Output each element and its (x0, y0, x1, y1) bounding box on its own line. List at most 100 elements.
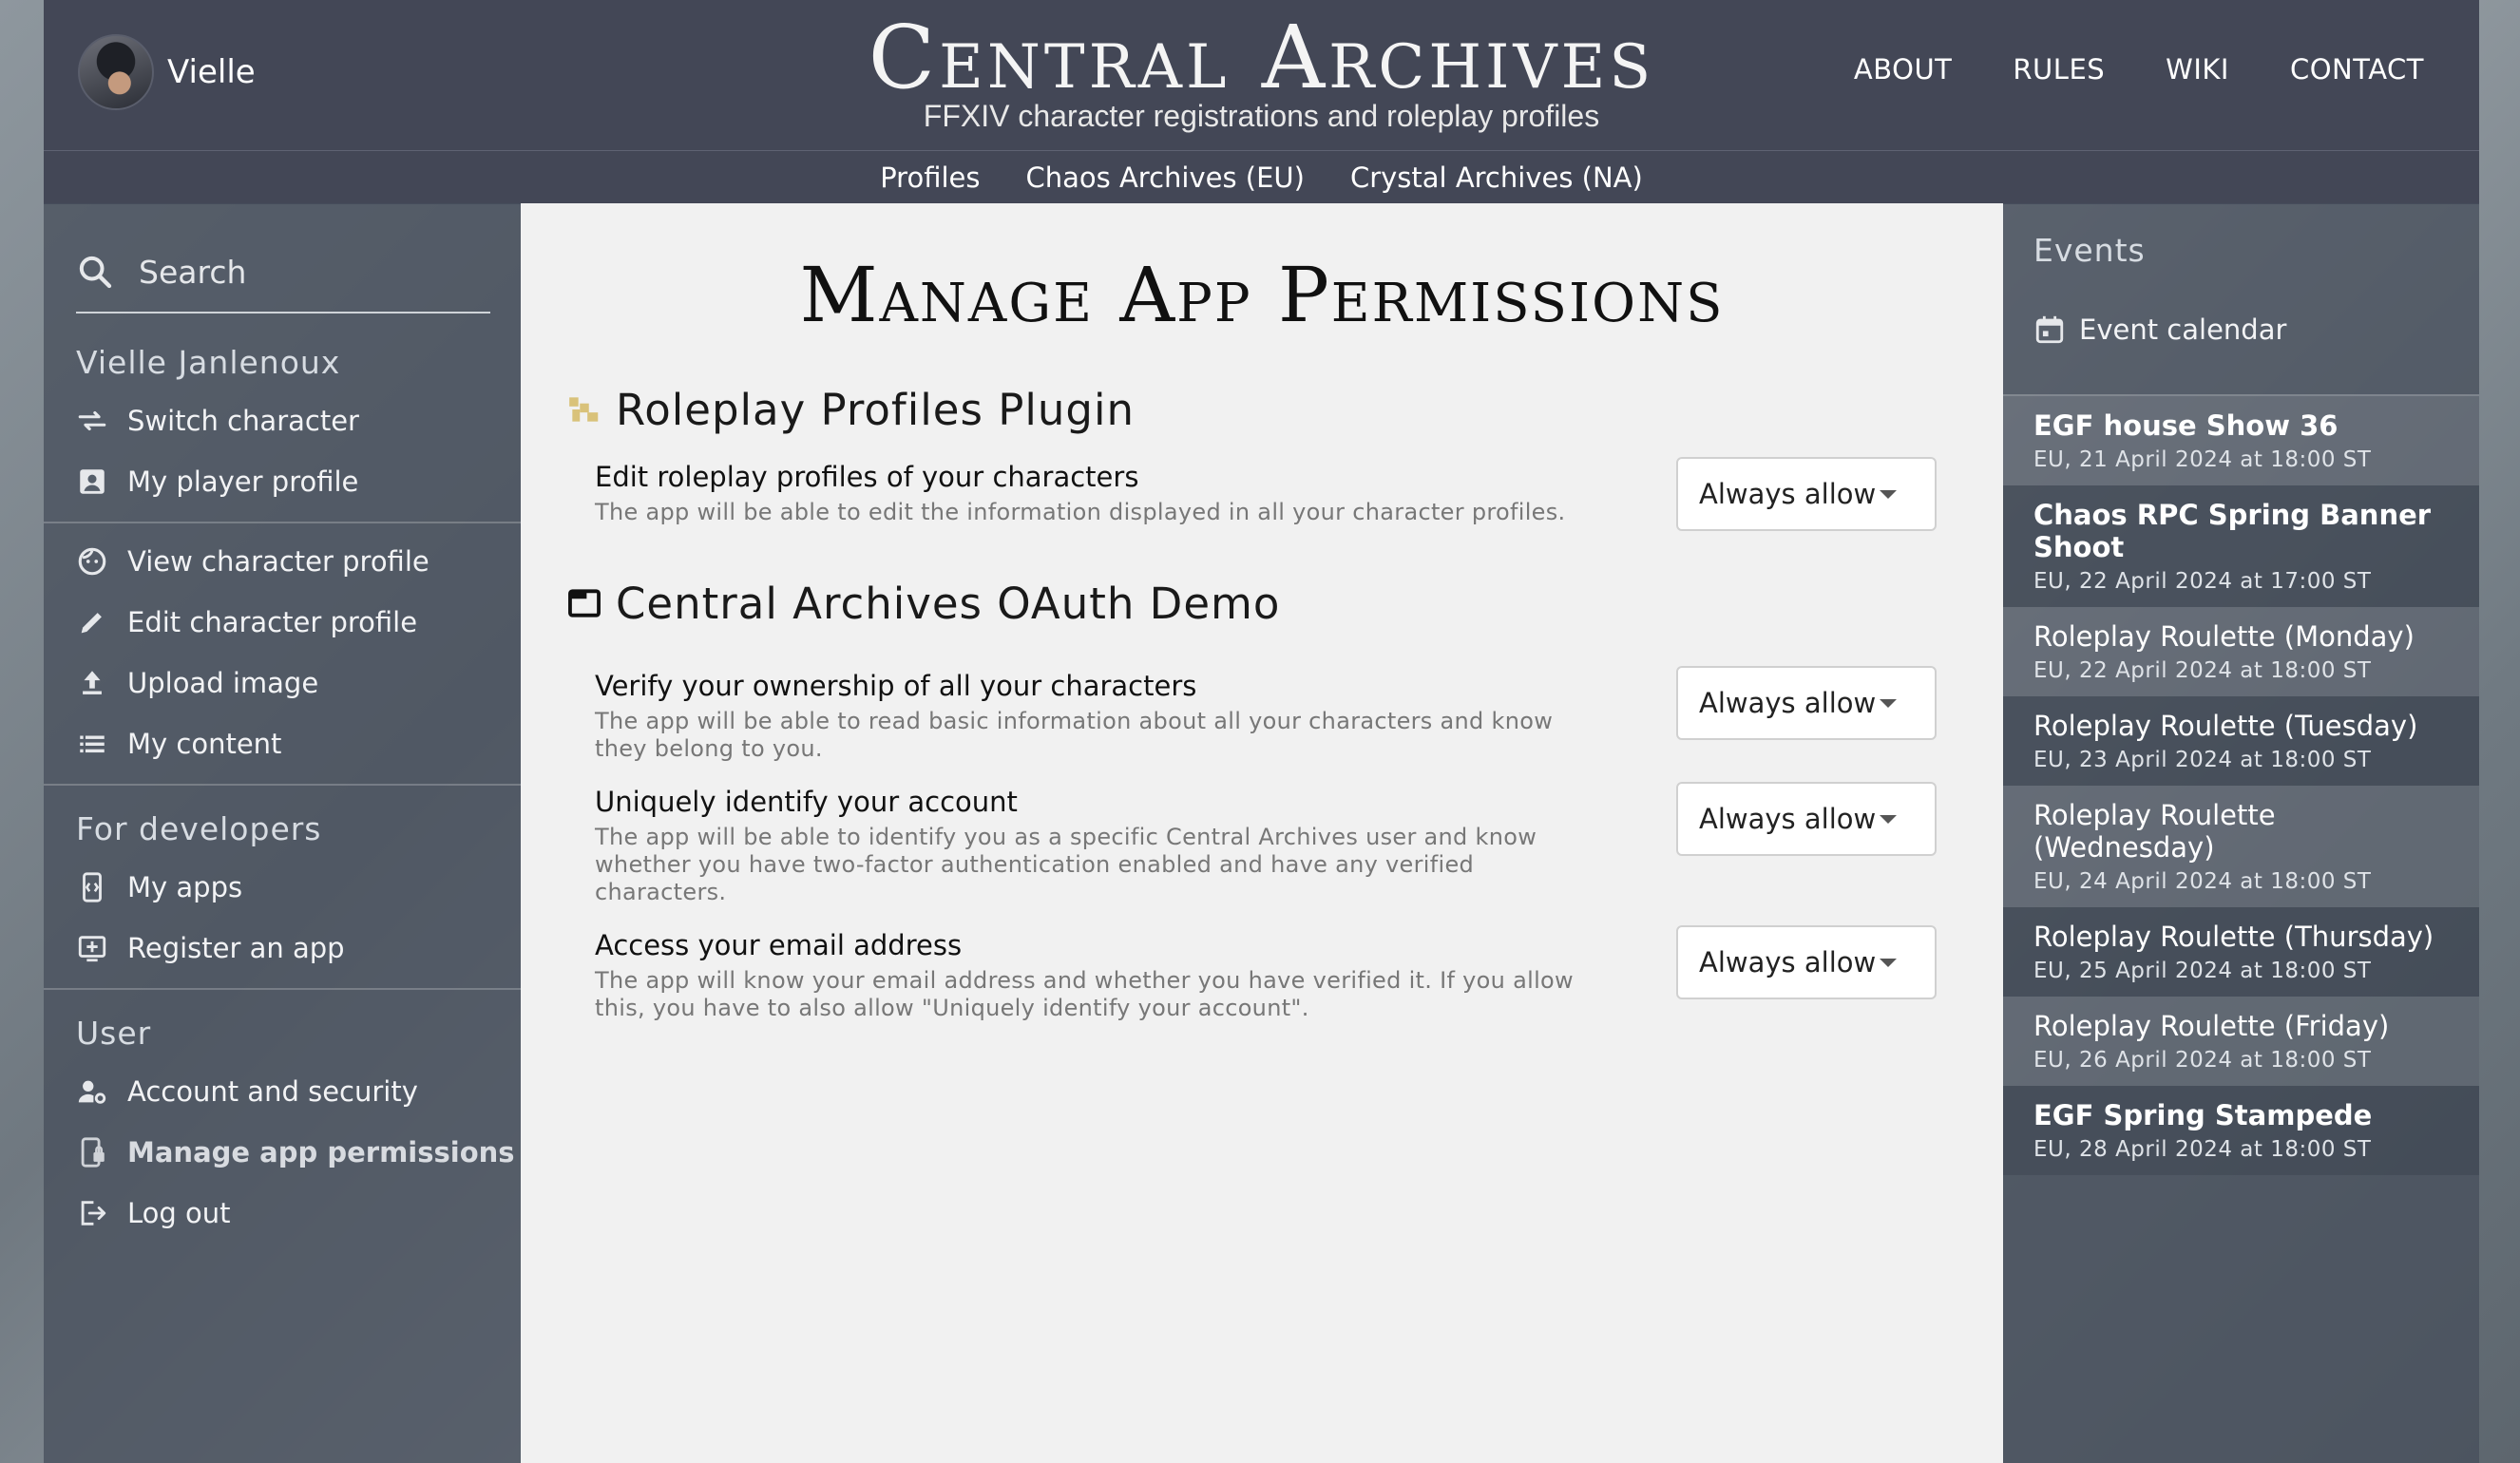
app-name: Roleplay Profiles Plugin (616, 384, 1135, 435)
event-title: Roleplay Roulette (Monday) (2033, 620, 2415, 653)
sidebar-item-label: Edit character profile (127, 606, 418, 638)
permission-select-value: Always allow (1699, 803, 1877, 835)
nav-rules[interactable]: RULES (2013, 53, 2105, 86)
event-date: EU, 23 April 2024 at 18:00 ST (2033, 748, 2372, 772)
window-icon (568, 589, 601, 618)
app-name: Central Archives OAuth Demo (616, 578, 1281, 629)
permission-select[interactable]: Always allow (1676, 925, 1937, 999)
upload-image-link[interactable]: Upload image (44, 653, 521, 713)
sidebar-item-label: Account and security (127, 1075, 418, 1108)
sidebar-item-label: Register an app (127, 932, 345, 964)
permission-row: Uniquely identify your account The app w… (595, 772, 1937, 916)
permission-description: The app will be able to edit the informa… (595, 499, 1566, 525)
caret-down-icon (1880, 815, 1897, 824)
event-item[interactable]: Roleplay Roulette (Thursday) EU, 25 Apri… (2003, 907, 2479, 997)
event-title: Roleplay Roulette (Friday) (2033, 1010, 2390, 1042)
event-calendar-label: Event calendar (2079, 314, 2287, 346)
nav-contact[interactable]: CONTACT (2290, 53, 2424, 86)
event-item[interactable]: EGF house Show 36 EU, 21 April 2024 at 1… (2003, 396, 2479, 485)
subnav-crystal-archives[interactable]: Crystal Archives (NA) (1350, 162, 1643, 194)
permission-select-value: Always allow (1699, 687, 1877, 719)
sidebar-item-label: Manage app permissions (127, 1136, 515, 1168)
event-item[interactable]: Roleplay Roulette (Wednesday) EU, 24 Apr… (2003, 786, 2479, 907)
left-sidebar: Vielle Janlenoux Switch character My pla… (44, 203, 521, 1463)
main-content: Manage App Permissions Roleplay Profiles… (521, 203, 2003, 1463)
swap-icon (78, 410, 106, 431)
events-heading: Events (2033, 232, 2146, 269)
event-date: EU, 22 April 2024 at 17:00 ST (2033, 569, 2372, 594)
permission-select-value: Always allow (1699, 946, 1877, 978)
sub-nav: Profiles Chaos Archives (EU) Crystal Arc… (44, 150, 2479, 204)
sidebar-item-label: My player profile (127, 466, 359, 498)
list-icon (80, 735, 105, 753)
event-date: EU, 24 April 2024 at 18:00 ST (2033, 869, 2372, 894)
switch-character-link[interactable]: Switch character (44, 390, 521, 451)
event-item[interactable]: Chaos RPC Spring Banner Shoot EU, 22 Apr… (2003, 485, 2479, 607)
permission-description: The app will be able to read basic infor… (595, 708, 1554, 762)
permission-select-value: Always allow (1699, 478, 1877, 510)
log-out-link[interactable]: Log out (44, 1183, 521, 1244)
event-date: EU, 28 April 2024 at 18:00 ST (2033, 1137, 2372, 1162)
search-icon (79, 256, 112, 289)
my-player-profile-link[interactable]: My player profile (44, 451, 521, 512)
subnav-chaos-archives[interactable]: Chaos Archives (EU) (1025, 162, 1304, 194)
event-title: Roleplay Roulette (Tuesday) (2033, 710, 2418, 742)
calendar-icon (2035, 315, 2064, 344)
sidebar-item-label: My apps (127, 871, 243, 903)
event-date: EU, 21 April 2024 at 18:00 ST (2033, 447, 2372, 472)
events-sidebar: Events Event calendar EGF house Show 36 … (2003, 203, 2479, 1463)
permission-select[interactable]: Always allow (1676, 666, 1937, 740)
nav-about[interactable]: ABOUT (1854, 53, 1953, 86)
subnav-profiles[interactable]: Profiles (880, 162, 980, 194)
app-title: Roleplay Profiles Plugin (566, 371, 2003, 447)
sidebar-item-label: Log out (127, 1197, 231, 1229)
permission-select[interactable]: Always allow (1676, 782, 1937, 856)
sidebar-item-label: Switch character (127, 405, 359, 437)
account-box-icon (80, 469, 105, 494)
caret-down-icon (1880, 959, 1897, 967)
developers-section: For developers My apps Register an app (44, 784, 521, 988)
permission-row: Access your email address The app will k… (595, 916, 1937, 1032)
phone-lock-icon (81, 1137, 105, 1168)
character-heading: Vielle Janlenoux (76, 344, 341, 381)
brand-subtitle: FFXIV character registrations and rolepl… (923, 99, 1600, 133)
event-item[interactable]: Roleplay Roulette (Monday) EU, 22 April … (2003, 607, 2479, 696)
register-app-link[interactable]: Register an app (44, 918, 521, 978)
user-heading: User (76, 1015, 152, 1052)
event-item[interactable]: Roleplay Roulette (Tuesday) EU, 23 April… (2003, 696, 2479, 786)
sidebar-item-label: View character profile (127, 545, 430, 578)
view-character-profile-link[interactable]: View character profile (44, 531, 521, 592)
upload-icon (83, 671, 102, 694)
nav-wiki[interactable]: WIKI (2166, 53, 2229, 86)
sidebar-item-label: My content (127, 728, 282, 760)
my-content-link[interactable]: My content (44, 713, 521, 774)
permission-select[interactable]: Always allow (1676, 457, 1937, 531)
permission-row: Verify your ownership of all your charac… (595, 656, 1937, 772)
developers-heading: For developers (76, 810, 322, 847)
app-title: Central Archives OAuth Demo (566, 565, 2003, 641)
edit-character-profile-link[interactable]: Edit character profile (44, 592, 521, 653)
search-box (76, 232, 490, 314)
caret-down-icon (1880, 699, 1897, 708)
event-title: EGF Spring Stampede (2033, 1099, 2373, 1131)
event-title: EGF house Show 36 (2033, 409, 2339, 442)
event-date: EU, 22 April 2024 at 18:00 ST (2033, 658, 2372, 683)
event-calendar-link[interactable]: Event calendar (2003, 269, 2479, 351)
page-title: Manage App Permissions (799, 251, 1725, 339)
app-roleplay-profiles-plugin: Roleplay Profiles Plugin Edit roleplay p… (566, 371, 2003, 561)
site-header: Vielle Central Archives FFXIV character … (44, 0, 2479, 150)
character-section: Vielle Janlenoux Switch character My pla… (44, 319, 521, 522)
event-item[interactable]: EGF Spring Stampede EU, 28 April 2024 at… (2003, 1086, 2479, 1175)
manage-app-permissions-link[interactable]: Manage app permissions (44, 1122, 521, 1183)
profile-section: View character profile Edit character pr… (44, 522, 521, 784)
account-security-link[interactable]: Account and security (44, 1061, 521, 1122)
pencil-icon (81, 613, 102, 634)
user-section: User Account and security Manage app per… (44, 988, 521, 1253)
event-title: Roleplay Roulette (Wednesday) (2033, 799, 2276, 864)
app-central-archives-oauth-demo: Central Archives OAuth Demo Verify your … (566, 565, 2003, 1032)
search-input[interactable] (137, 252, 464, 292)
my-apps-link[interactable]: My apps (44, 857, 521, 918)
event-title: Roleplay Roulette (Thursday) (2033, 921, 2434, 953)
event-item[interactable]: Roleplay Roulette (Friday) EU, 26 April … (2003, 997, 2479, 1086)
event-list: EGF house Show 36 EU, 21 April 2024 at 1… (2003, 394, 2479, 1175)
